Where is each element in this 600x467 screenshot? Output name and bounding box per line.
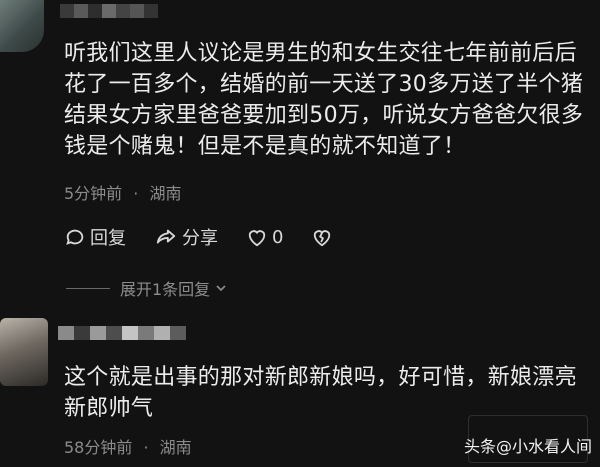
comment-actions: 回复 分享 0 — [64, 224, 365, 250]
comment-meta: 5分钟前 · 湖南 — [64, 180, 181, 204]
comment-location: 湖南 — [149, 184, 182, 203]
share-label: 分享 — [182, 228, 218, 249]
share-icon — [156, 229, 176, 244]
like-button[interactable]: 0 — [246, 227, 283, 248]
comment-time: 5分钟前 — [64, 184, 123, 203]
meta-separator: · — [133, 184, 139, 203]
reply-button[interactable]: 回复 — [64, 224, 126, 250]
comment-location: 湖南 — [159, 438, 192, 457]
comment-time: 58分钟前 — [64, 438, 133, 457]
like-count: 0 — [272, 226, 284, 248]
share-button[interactable]: 分享 — [154, 224, 218, 250]
chat-bubble-icon — [66, 229, 84, 245]
broken-heart-icon — [314, 230, 331, 247]
comment-meta: 58分钟前 · 湖南 — [64, 434, 192, 458]
heart-icon — [248, 230, 266, 247]
expand-label: 展开1条回复 — [120, 280, 211, 299]
watermark: 头条 @小水看人间 — [464, 433, 592, 457]
watermark-prefix: 头条 — [463, 437, 496, 456]
divider-line — [66, 287, 110, 289]
comment-text: 听我们这里人议论是男生的和女生交往七年前前后后花了一百多个，结婚的前一天送了30… — [64, 41, 584, 159]
username-mosaic — [60, 4, 158, 18]
dislike-button[interactable] — [311, 227, 337, 247]
avatar[interactable] — [0, 0, 44, 52]
avatar[interactable] — [0, 318, 48, 386]
meta-separator: · — [143, 438, 149, 457]
reply-label: 回复 — [90, 228, 126, 249]
watermark-handle: @小水看人间 — [495, 437, 592, 456]
chevron-down-icon — [216, 285, 226, 292]
expand-replies-button[interactable]: 展开1条回复 — [66, 276, 228, 300]
username-mosaic — [58, 326, 186, 340]
